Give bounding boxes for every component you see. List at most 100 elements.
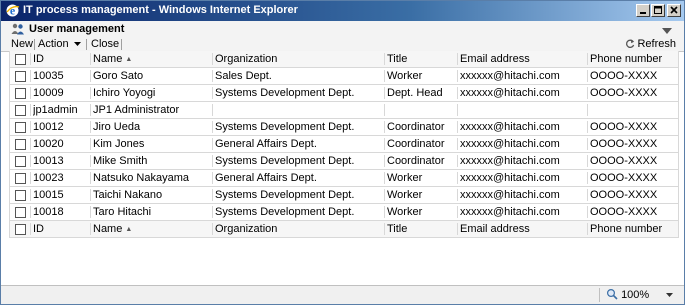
cell-phone: OOOO-XXXX [590,189,658,201]
toolbar-separator [34,39,35,50]
select-all-checkbox[interactable] [15,54,26,65]
row-checkbox[interactable] [15,207,26,218]
row-checkbox[interactable] [15,88,26,99]
row-checkbox[interactable] [15,105,26,116]
cell-title: Worker [387,206,423,218]
cell-email [460,102,588,118]
cell-title: Coordinator [387,121,445,133]
cell-name[interactable]: Mike Smith [93,153,213,169]
cell-name[interactable]: Kim Jones [93,136,213,152]
column-header-title[interactable]: Title [387,51,457,67]
column-footer-id[interactable]: ID [33,221,88,237]
close-window-button[interactable] [667,4,681,17]
cell-name[interactable]: JP1 Administrator [93,102,213,118]
row-checkbox[interactable] [15,173,26,184]
new-button[interactable]: New [11,37,33,51]
cell-phone: OOOO-XXXX [590,155,658,167]
cell-id[interactable]: 10015 [33,187,88,203]
column-footer-email[interactable]: Email address [460,221,588,237]
cell-organization: General Affairs Dept. [215,172,317,184]
cell-id[interactable]: 10020 [33,136,88,152]
row-checkbox[interactable] [15,71,26,82]
column-header-email[interactable]: Email address [460,51,588,67]
cell-organization: Systems Development Dept. [215,189,355,201]
refresh-icon [626,39,635,49]
cell-id[interactable]: jp1admin [33,102,88,118]
cell-id[interactable]: 10018 [33,204,88,220]
user-table: ID Name ▲ Organization Title Email addres… [9,51,679,238]
cell-name[interactable]: Ichiro Yoyogi [93,85,213,101]
zoom-control[interactable]: 100% [599,288,674,302]
cell-name[interactable]: Taichi Nakano [93,187,213,203]
table-header-row: ID Name ▲ Organization Title Email addres… [10,51,678,68]
table-row[interactable]: 10035 Goro Sato Sales Dept. Worker xxxxxx@hi… [10,68,678,85]
table-row[interactable]: 10013 Mike Smith Systems Development Dept.… [10,153,678,170]
cell-title: Worker [387,189,423,201]
row-select-cell[interactable] [10,119,30,135]
row-checkbox[interactable] [15,190,26,201]
cell-phone: OOOO-XXXX [590,70,658,82]
row-select-cell[interactable] [10,136,30,152]
toolbar: New Action Close Refresh [1,37,684,52]
cell-id[interactable]: 10035 [33,68,88,84]
column-footer-phone[interactable]: Phone number [590,221,678,237]
svg-text:e: e [10,4,16,18]
select-all-cell-bottom[interactable] [10,221,30,237]
table-row[interactable]: 10020 Kim Jones General Affairs Dept. Coord… [10,136,678,153]
close-button[interactable]: Close [91,37,119,51]
cell-id[interactable]: 10012 [33,119,88,135]
table-row[interactable]: jp1admin JP1 Administrator [10,102,678,119]
cell-phone: OOOO-XXXX [590,172,658,184]
cell-email: xxxxxx@hitachi.com [460,155,560,167]
table-row[interactable]: 10023 Natsuko Nakayama General Affairs Dep… [10,170,678,187]
cell-name[interactable]: Taro Hitachi [93,204,213,220]
action-menu-label: Action [38,38,69,50]
minimize-button[interactable] [636,4,650,17]
row-select-cell[interactable] [10,68,30,84]
action-menu-button[interactable]: Action [38,37,81,51]
table-row[interactable]: 10009 Ichiro Yoyogi Systems Development De… [10,85,678,102]
row-checkbox[interactable] [15,139,26,150]
cell-email: xxxxxx@hitachi.com [460,121,560,133]
select-all-checkbox-bottom[interactable] [15,224,26,235]
collapse-icon[interactable] [662,25,672,37]
row-select-cell[interactable] [10,204,30,220]
column-footer-organization[interactable]: Organization [215,221,385,237]
column-header-phone[interactable]: Phone number [590,51,678,67]
table-row[interactable]: 10015 Taichi Nakano Systems Development De… [10,187,678,204]
cell-name[interactable]: Jiro Ueda [93,119,213,135]
table-footer-row: ID Name ▲ Organization Title Email addres… [10,221,678,238]
row-select-cell[interactable] [10,170,30,186]
cell-name[interactable]: Goro Sato [93,68,213,84]
cell-title [387,102,457,118]
cell-title: Worker [387,172,423,184]
magnifier-icon [606,288,618,300]
maximize-button[interactable] [651,4,665,17]
refresh-button[interactable]: Refresh [625,37,676,51]
window-title: IT process management - Windows Internet… [23,4,298,16]
cell-id[interactable]: 10023 [33,170,88,186]
column-footer-title[interactable]: Title [387,221,457,237]
row-checkbox[interactable] [15,122,26,133]
cell-organization: General Affairs Dept. [215,138,317,150]
row-select-cell[interactable] [10,153,30,169]
toolbar-separator [121,39,122,50]
select-all-cell[interactable] [10,51,30,67]
toolbar-separator [86,39,87,50]
row-select-cell[interactable] [10,85,30,101]
row-select-cell[interactable] [10,102,30,118]
title-bar: e IT process management - Windows Intern… [1,1,684,21]
cell-name[interactable]: Natsuko Nakayama [93,170,213,186]
refresh-label: Refresh [637,38,676,50]
cell-id[interactable]: 10009 [33,85,88,101]
table-row[interactable]: 10018 Taro Hitachi Systems Development Dep… [10,204,678,221]
row-checkbox[interactable] [15,156,26,167]
column-header-name[interactable]: Name ▲ [93,51,213,67]
column-header-organization[interactable]: Organization [215,51,385,67]
table-row[interactable]: 10012 Jiro Ueda Systems Development Dept. C… [10,119,678,136]
row-select-cell[interactable] [10,187,30,203]
sort-ascending-icon: ▲ [125,56,133,63]
cell-id[interactable]: 10013 [33,153,88,169]
column-header-id[interactable]: ID [33,51,88,67]
column-footer-name[interactable]: Name ▲ [93,221,213,237]
